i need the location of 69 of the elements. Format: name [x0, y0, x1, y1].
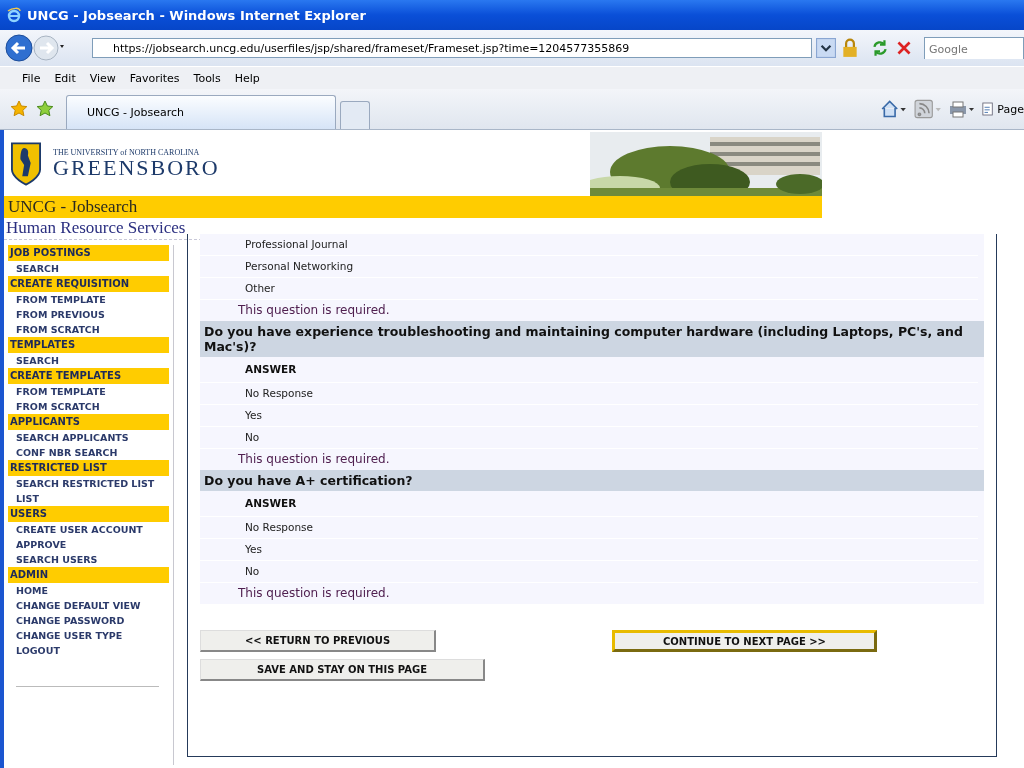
question-heading: Do you have A+ certification? — [200, 470, 984, 491]
sidebar-link[interactable]: CREATE USER ACCOUNT — [4, 522, 169, 537]
site-title: UNCG - Jobsearch — [8, 197, 138, 217]
address-field[interactable]: https://jobsearch.uncg.edu/userfiles/jsp/shared/frameset/Frameset.jsp?time=1204577355869 — [92, 38, 812, 58]
sidebar-link[interactable]: CHANGE USER TYPE — [4, 628, 169, 643]
sidebar-heading: ADMIN — [8, 567, 169, 583]
sidebar-link[interactable]: LOGOUT — [4, 643, 169, 658]
answer-option: Yes — [200, 539, 978, 561]
menu-item[interactable]: Help — [234, 71, 260, 85]
window-title: UNCG - Jobsearch - Windows Internet Explorer — [27, 7, 366, 23]
sidebar-link[interactable]: SEARCH — [4, 353, 169, 368]
sidebar-heading: CREATE TEMPLATES — [8, 368, 169, 384]
answer-option: Personal Networking — [200, 256, 978, 278]
dropdown-icon[interactable] — [816, 38, 836, 58]
sidebar-link[interactable]: SEARCH USERS — [4, 552, 169, 567]
sidebar-link[interactable]: FROM TEMPLATE — [4, 384, 169, 399]
answer-option: Other — [200, 278, 978, 300]
print-icon[interactable] — [948, 99, 977, 119]
required-note: This question is required. — [237, 585, 391, 602]
answer-option: No Response — [200, 517, 978, 539]
sidebar-link[interactable]: CONF NBR SEARCH — [4, 445, 169, 460]
sidebar-heading: APPLICANTS — [8, 414, 169, 430]
sidebar-link[interactable]: FROM PREVIOUS — [4, 307, 169, 322]
required-note: This question is required. — [237, 302, 391, 319]
search-field[interactable]: Google — [924, 37, 1024, 59]
university-line: THE UNIVERSITY of NORTH CAROLINA — [53, 147, 201, 157]
favorites-star-icon[interactable] — [10, 100, 28, 118]
sidebar-heading: RESTRICTED LIST — [8, 460, 169, 476]
sidebar-link[interactable]: CHANGE PASSWORD — [4, 613, 169, 628]
new-tab-button[interactable] — [340, 101, 370, 129]
sidebar-heading: JOB POSTINGS — [8, 245, 169, 261]
answer-header: ANSWER — [200, 491, 978, 517]
sidebar-heading: USERS — [8, 506, 169, 522]
sidebar-link[interactable]: FROM SCRATCH — [4, 399, 169, 414]
sidebar-heading: TEMPLATES — [8, 337, 169, 353]
menu-item[interactable]: Edit — [54, 71, 76, 85]
sidebar-link[interactable]: HOME — [4, 583, 169, 598]
ie-logo-icon — [6, 7, 22, 23]
sidebar-heading: CREATE REQUISITION — [8, 276, 169, 292]
page-icon — [982, 102, 995, 116]
feeds-icon[interactable] — [914, 99, 943, 119]
refresh-icon[interactable] — [870, 38, 890, 58]
answer-option: No — [200, 561, 978, 583]
form-button[interactable]: SAVE AND STAY ON THIS PAGE — [200, 659, 485, 681]
answer-option: Yes — [200, 405, 978, 427]
answer-header: ANSWER — [200, 357, 978, 383]
add-favorite-icon[interactable] — [36, 100, 54, 118]
required-note: This question is required. — [237, 451, 391, 468]
sidebar-link[interactable]: FROM SCRATCH — [4, 322, 169, 337]
answer-option: Professional Journal — [200, 234, 978, 256]
answer-option: No Response — [200, 383, 978, 405]
menu-item[interactable]: Favorites — [129, 71, 180, 85]
url-text: https://jobsearch.uncg.edu/userfiles/jsp/shared/frameset/Frameset.jsp?time=1204577355869 — [113, 41, 630, 55]
question-heading: Do you have experience troubleshooting and maintaining computer hardware (including Laptops, PC's, and Mac's)? — [200, 321, 984, 357]
sidebar-link[interactable]: SEARCH — [4, 261, 169, 276]
sidebar-link[interactable]: CHANGE DEFAULT VIEW — [4, 598, 169, 613]
sidebar-link[interactable]: SEARCH RESTRICTED LIST LIST — [4, 476, 169, 506]
form-button[interactable]: << RETURN TO PREVIOUS — [200, 630, 436, 652]
menu-item[interactable]: View — [89, 71, 116, 85]
sidebar-link[interactable]: APPROVE — [4, 537, 169, 552]
form-button[interactable]: CONTINUE TO NEXT PAGE >> — [612, 630, 877, 652]
sidebar-link[interactable]: FROM TEMPLATE — [4, 292, 169, 307]
page-menu-button[interactable]: Page — [982, 102, 1024, 116]
university-name: GREENSBORO — [53, 156, 220, 179]
menu-item[interactable]: File — [22, 71, 41, 85]
browser-tab[interactable]: UNCG - Jobsearch — [66, 95, 336, 129]
menu-item[interactable]: Tools — [193, 71, 221, 85]
answer-option: No — [200, 427, 978, 449]
sidebar-link[interactable]: SEARCH APPLICANTS — [4, 430, 169, 445]
